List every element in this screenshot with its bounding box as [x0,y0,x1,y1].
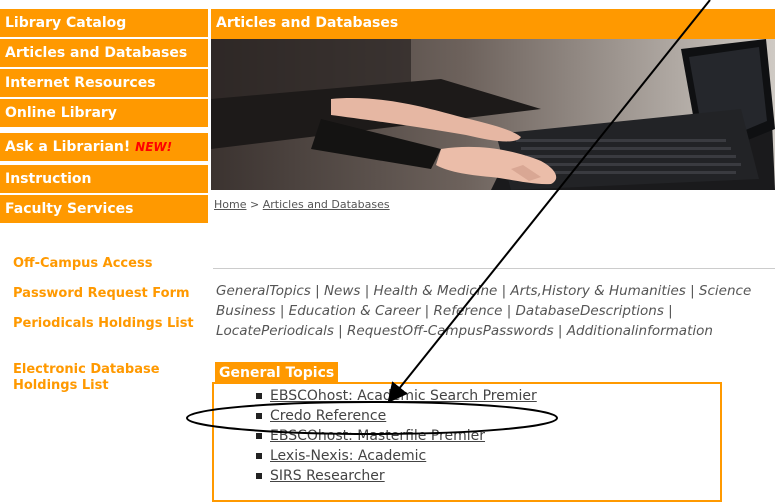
password-request-form-link[interactable]: Password Request Form [13,286,190,302]
topics-nav-line[interactable]: Business | Education & Career | Referenc… [216,301,775,321]
nav-item-library-catalog[interactable]: Library Catalog [0,9,208,37]
nav-item-faculty-services[interactable]: Faculty Services [0,195,208,223]
typing-laptop-image [211,39,775,190]
nav-item-articles-databases[interactable]: Articles and Databases [0,39,208,67]
nav-item-instruction[interactable]: Instruction [0,165,208,193]
electronic-database-holdings-link[interactable]: Electronic Database Holdings List [13,362,198,394]
database-link[interactable]: EBSCOhost: Masterfile Premier [270,428,485,444]
new-badge: NEW! [135,140,173,154]
nav-item-label: Instruction [5,171,92,187]
list-item: EBSCOhost: Academic Search Premier [256,386,537,406]
topics-nav-line[interactable]: LocatePeriodicals | RequestOff-CampusPas… [216,321,775,341]
database-link[interactable]: EBSCOhost: Academic Search Premier [270,388,537,404]
nav-item-internet-resources[interactable]: Internet Resources [0,69,208,97]
off-campus-access-link[interactable]: Off-Campus Access [13,256,152,272]
list-item: EBSCOhost: Masterfile Premier [256,426,537,446]
database-link[interactable]: SIRS Researcher [270,468,385,484]
nav-item-online-library[interactable]: Online Library [0,99,208,127]
database-link[interactable]: Lexis-Nexis: Academic [270,448,426,464]
breadcrumb-current-link[interactable]: Articles and Databases [263,198,390,211]
breadcrumb: Home > Articles and Databases [214,198,390,211]
breadcrumb-separator: > [246,198,263,211]
nav-item-label: Ask a Librarian! [5,139,131,155]
breadcrumb-home-link[interactable]: Home [214,198,246,211]
topics-nav-line[interactable]: GeneralTopics | News | Health & Medicine… [216,281,775,301]
periodicals-holdings-link[interactable]: Periodicals Holdings List [13,316,198,332]
list-item: SIRS Researcher [256,466,537,486]
page-header: Articles and Databases [211,9,775,39]
general-topics-title: General Topics [215,362,339,384]
nav-item-label: Online Library [5,105,117,121]
nav-item-label: Faculty Services [5,201,134,217]
general-topics-list: EBSCOhost: Academic Search Premier Credo… [256,386,537,486]
nav-item-label: Internet Resources [5,75,156,91]
list-item: Lexis-Nexis: Academic [256,446,537,466]
nav-item-label: Articles and Databases [5,45,188,61]
database-link[interactable]: Credo Reference [270,408,386,424]
nav-item-ask-librarian[interactable]: Ask a Librarian! NEW! [0,133,208,161]
header-photo [211,39,775,190]
page-title: Articles and Databases [216,15,399,31]
topics-nav: GeneralTopics | News | Health & Medicine… [216,281,775,341]
nav-item-label: Library Catalog [5,15,127,31]
topics-divider [213,268,775,269]
list-item: Credo Reference [256,406,537,426]
